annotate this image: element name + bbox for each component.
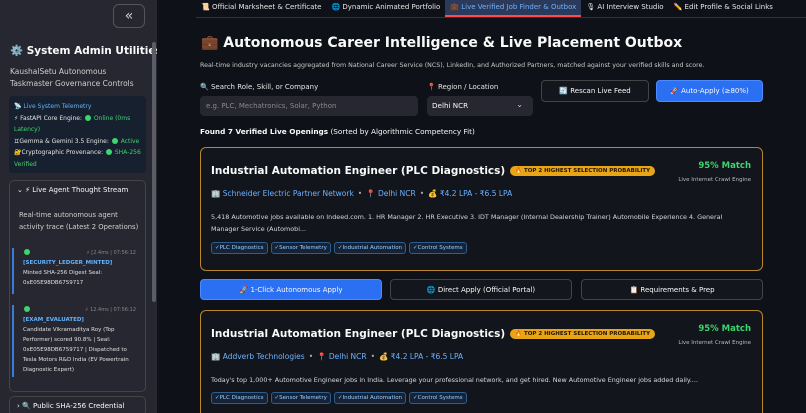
skill-tags: ✓PLC Diagnostics ✓Sensor Telemetry ✓Indu… bbox=[211, 392, 467, 404]
public-credential-expander[interactable]: › 🔍 Public SHA-256 Credential bbox=[9, 396, 146, 413]
match-score: 95% Match bbox=[698, 324, 751, 334]
region-select[interactable]: Delhi NCR ⌄ bbox=[427, 96, 533, 116]
gemma-label: ♊Gemma & Gemini 3.5 Engine: bbox=[14, 137, 109, 145]
skill-tag: ✓Industrial Automation bbox=[333, 242, 407, 254]
region-label: 📍 Region / Location bbox=[427, 83, 499, 91]
skill-tags: ✓PLC Diagnostics ✓Sensor Telemetry ✓Indu… bbox=[211, 242, 467, 254]
telemetry-title: 📡 Live System Telemetry bbox=[14, 103, 92, 110]
salary-range: 💰 ₹4.2 LPA - ₹6.5 LPA bbox=[379, 352, 464, 361]
company-name: 🏢 Schneider Electric Partner Network bbox=[211, 189, 354, 198]
meta-separator: • bbox=[308, 352, 314, 361]
results-count: Found 7 Verified Live Openings (Sorted b… bbox=[200, 127, 475, 136]
sidebar: « ⚙️ System Admin Utilities KaushalSetu … bbox=[0, 0, 157, 413]
crawl-source: Live Internet Crawl Engine bbox=[678, 177, 751, 183]
telemetry-panel: 📡 Live System Telemetry ⚡ FastAPI Core E… bbox=[9, 96, 146, 173]
telemetry-gemma: ♊Gemma & Gemini 3.5 Engine: Active bbox=[14, 136, 141, 148]
direct-apply-button[interactable]: 🌐 Direct Apply (Official Portal) bbox=[390, 279, 572, 300]
tab-portfolio[interactable]: 🌐 Dynamic Animated Portfolio bbox=[326, 0, 445, 17]
company-name: 🏢 Addverb Technologies bbox=[211, 352, 305, 361]
page-title: 💼 Autonomous Career Intelligence & Live … bbox=[201, 35, 683, 51]
status-dot-icon bbox=[111, 137, 118, 144]
status-dot-icon bbox=[24, 249, 30, 255]
job-description: Today's top 1,000+ Automotive Engineer j… bbox=[211, 376, 698, 384]
job-title: Industrial Automation Engineer (PLC Diag… bbox=[211, 165, 656, 177]
log-text: Candidate Vikramaditya Roy (Top Performe… bbox=[23, 327, 129, 373]
crypto-label: 🔐Cryptographic Provenance: bbox=[14, 149, 104, 156]
agent-stream-desc: Real-time autonomous agent activity trac… bbox=[19, 211, 139, 231]
auto-apply-button[interactable]: 🚀 Auto-Apply (≥80%) bbox=[656, 80, 763, 102]
log-text: Minted SHA-256 Digest Seal: 0xE05E98DB67… bbox=[23, 270, 103, 286]
log-tag: [EXAM_EVALUATED] bbox=[23, 317, 84, 323]
status-dot-icon bbox=[105, 149, 112, 155]
meta-separator: • bbox=[419, 189, 425, 198]
crawl-source: Live Internet Crawl Engine bbox=[678, 340, 751, 346]
sidebar-scrollbar[interactable] bbox=[152, 42, 156, 302]
meta-separator: • bbox=[357, 189, 363, 198]
log-tag: [SECURITY_LEDGER_MINTED] bbox=[23, 260, 113, 266]
page-description: Real-time industry vacancies aggregated … bbox=[200, 62, 705, 69]
tab-bar: 📜 Official Marksheet & Certificate 🌐 Dyn… bbox=[196, 0, 806, 18]
gemma-status: Active bbox=[120, 137, 140, 145]
chevron-down-icon: ⌄ bbox=[516, 100, 523, 109]
tab-edit-profile[interactable]: ✏️ Edit Profile & Social Links bbox=[669, 0, 778, 17]
job-description: 5,418 Automotive jobs available on Indee… bbox=[211, 213, 723, 233]
job-meta: 🏢 Schneider Electric Partner Network • 📍 D… bbox=[211, 189, 512, 198]
search-input[interactable]: e.g. PLC, Mechatronics, Solar, Python bbox=[200, 96, 418, 116]
job-meta: 🏢 Addverb Technologies • 📍 Delhi NCR • 💰 ₹4.… bbox=[211, 352, 463, 361]
log-time: ⚡ 12.4ms | 07:56:12 bbox=[84, 307, 136, 313]
search-label: 🔍 Search Role, Skill, or Company bbox=[200, 83, 319, 91]
sidebar-subtitle: KaushalSetu Autonomous Taskmaster Govern… bbox=[10, 67, 134, 88]
fastapi-label: ⚡ FastAPI Core Engine: bbox=[14, 114, 82, 122]
collapse-sidebar-button[interactable]: « bbox=[113, 4, 145, 28]
agent-log-entry: ⚡ [2.4ms | 07:56:12 [SECURITY_LEDGER_MIN… bbox=[12, 248, 136, 294]
job-card: Industrial Automation Engineer (PLC Diag… bbox=[200, 147, 763, 271]
job-card: Industrial Automation Engineer (PLC Diag… bbox=[200, 310, 763, 413]
sidebar-title: ⚙️ System Admin Utilities bbox=[10, 45, 157, 57]
requirements-button[interactable]: 📋 Requirements & Prep bbox=[581, 279, 763, 300]
skill-tag: ✓Industrial Automation bbox=[333, 392, 407, 404]
status-dot-icon bbox=[24, 306, 30, 312]
job-title: Industrial Automation Engineer (PLC Diag… bbox=[211, 328, 656, 340]
skill-tag: ✓PLC Diagnostics bbox=[211, 242, 268, 254]
salary-range: 💰 ₹4.2 LPA - ₹6.5 LPA bbox=[428, 189, 513, 198]
agent-log-entry: ⚡ 12.4ms | 07:56:12 [EXAM_EVALUATED] Can… bbox=[12, 305, 136, 377]
skill-tag: ✓Sensor Telemetry bbox=[270, 392, 331, 404]
status-dot-icon bbox=[84, 114, 91, 121]
region-value: Delhi NCR bbox=[432, 101, 469, 110]
selection-badge: 🔥 TOP 2 HIGHEST SELECTION PROBABILITY bbox=[510, 329, 656, 339]
skill-tag: ✓Control Systems bbox=[409, 392, 467, 404]
tab-marksheet[interactable]: 📜 Official Marksheet & Certificate bbox=[196, 0, 326, 17]
log-time: ⚡ [2.4ms | 07:56:12 bbox=[86, 250, 136, 256]
tab-interview-studio[interactable]: 🎙 AI Interview Studio bbox=[581, 0, 668, 17]
skill-tag: ✓Control Systems bbox=[409, 242, 467, 254]
results-sort-note: (Sorted by Algorithmic Competency Fit) bbox=[328, 127, 475, 136]
selection-badge: 🔥 TOP 2 HIGHEST SELECTION PROBABILITY bbox=[510, 166, 656, 176]
telemetry-crypto: 🔐Cryptographic Provenance: SHA-256 Verif… bbox=[14, 147, 141, 170]
rescan-button[interactable]: 🔄 Rescan Live Feed bbox=[541, 80, 649, 102]
skill-tag: ✓Sensor Telemetry bbox=[270, 242, 331, 254]
meta-separator: • bbox=[370, 352, 376, 361]
skill-tag: ✓PLC Diagnostics bbox=[211, 392, 268, 404]
one-click-apply-button[interactable]: 🚀 1-Click Autonomous Apply bbox=[200, 279, 382, 300]
tab-job-finder[interactable]: 💼 Live Verified Job Finder & Outbox bbox=[445, 0, 582, 17]
results-count-bold: Found 7 Verified Live Openings bbox=[200, 127, 329, 136]
match-score: 95% Match bbox=[698, 161, 751, 171]
telemetry-fastapi: ⚡ FastAPI Core Engine: Online (0ms Laten… bbox=[14, 113, 141, 136]
job-location: 📍 Delhi NCR bbox=[366, 189, 416, 198]
job-location: 📍 Delhi NCR bbox=[317, 352, 367, 361]
agent-stream-header[interactable]: ⌄ ⚡ Live Agent Thought Stream bbox=[17, 186, 128, 194]
